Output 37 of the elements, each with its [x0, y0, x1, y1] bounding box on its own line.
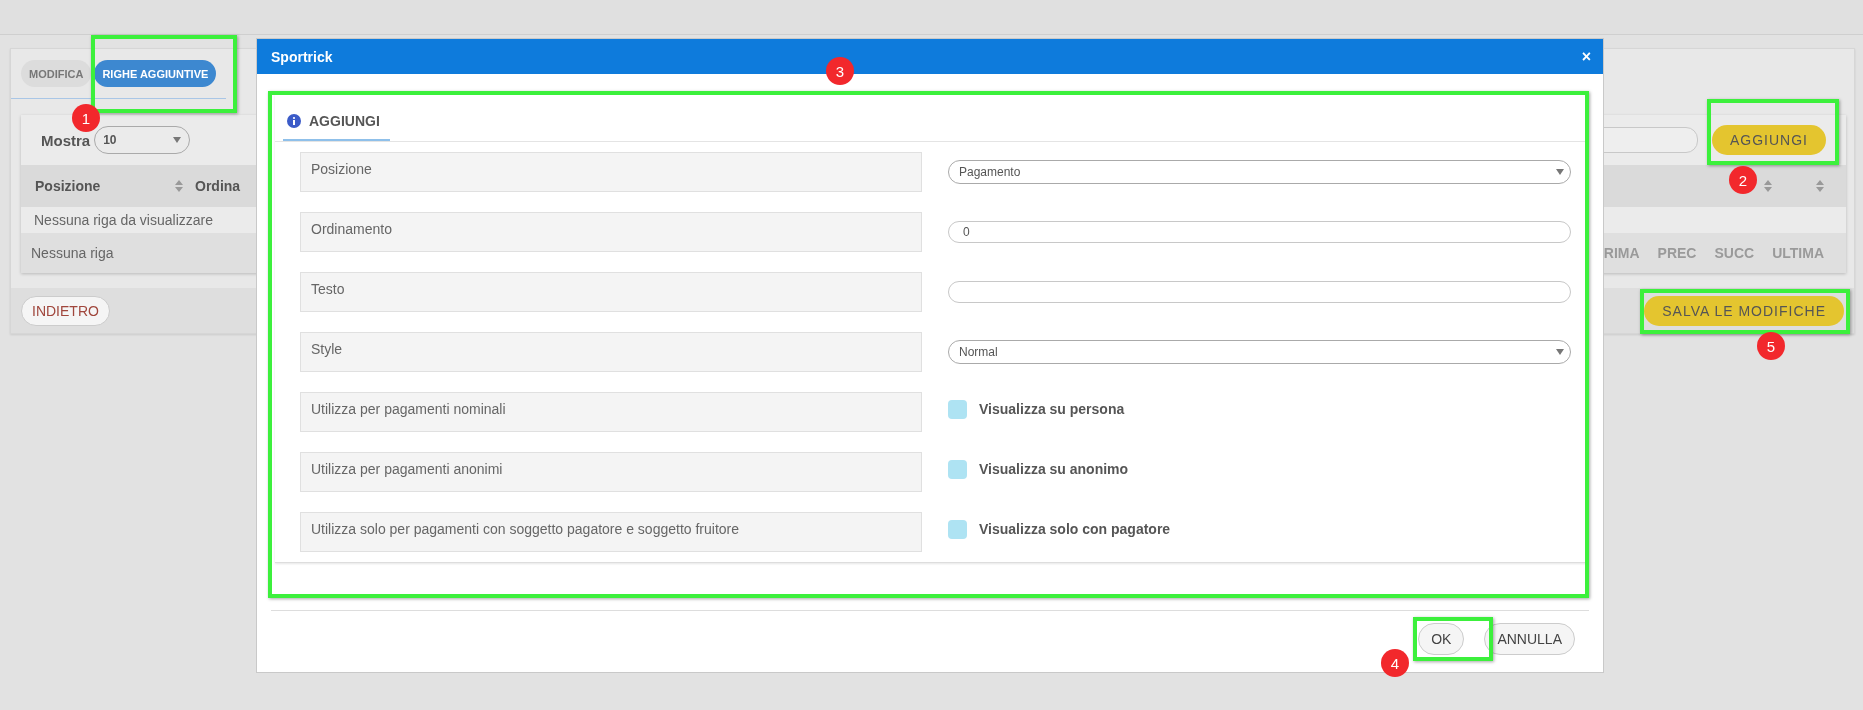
column-header[interactable]: Ordina [195, 178, 241, 194]
empty-message: Nessuna riga da visualizzare [34, 212, 213, 228]
show-label: Mostra [41, 131, 91, 149]
caret-icon [173, 137, 182, 143]
checkbox[interactable] [948, 399, 967, 419]
checkbox-label: Visualizza su anonimo [979, 461, 1129, 477]
add-button[interactable]: AGGIUNGI [1712, 125, 1826, 155]
column-header[interactable]: Posizione [35, 178, 175, 194]
field-label: Utilizza solo per pagamenti con soggetto pagatore e soggetto fruitore [300, 512, 922, 552]
save-button[interactable]: SALVA LE MODIFICHE [1644, 295, 1844, 326]
checkbox[interactable] [948, 519, 967, 539]
row-count-text: Nessuna riga [31, 245, 114, 261]
field-label: Testo [300, 272, 922, 312]
field-label: Utilizza per pagamenti anonimi [300, 452, 922, 492]
close-button[interactable]: × [1581, 47, 1591, 66]
sort-icon[interactable] [1764, 180, 1772, 192]
form-tab[interactable]: AGGIUNGI [283, 107, 390, 141]
caret-icon [1556, 169, 1564, 175]
field-label: Utilizza per pagamenti nominali [300, 392, 922, 432]
checkbox-label: Visualizza su persona [979, 401, 1125, 417]
ok-button[interactable]: OK [1418, 623, 1465, 655]
checkbox-label: Visualizza solo con pagatore [979, 521, 1171, 537]
field-label: Ordinamento [300, 212, 922, 252]
caret-icon [1556, 349, 1564, 355]
field-label: Posizione [300, 152, 922, 192]
step-number: 4 [1381, 649, 1409, 677]
tab[interactable]: MODIFICA [21, 60, 92, 87]
sort-icon[interactable] [1816, 180, 1824, 192]
cancel-button[interactable]: ANNULLA [1484, 623, 1575, 655]
checkbox[interactable] [948, 459, 967, 479]
field-label: Style [300, 332, 922, 372]
info-icon [287, 114, 301, 128]
step-number: 5 [1757, 332, 1785, 360]
dialog-title: Sportrick [271, 48, 333, 65]
sort-icon[interactable] [175, 180, 183, 192]
back-button[interactable]: INDIETRO [21, 295, 110, 326]
tab[interactable]: RIGHE AGGIUNTIVE [94, 60, 217, 87]
